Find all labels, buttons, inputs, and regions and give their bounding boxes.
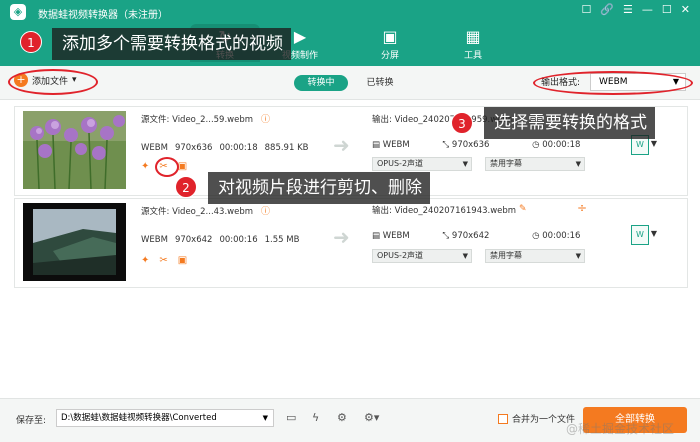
maximize-icon[interactable]: ☐	[662, 3, 672, 16]
source-size: 885.91 KB	[264, 143, 309, 153]
chevron-down-icon: ▼	[262, 414, 268, 422]
resize-icon: ⤡	[442, 231, 452, 241]
highlight-cut	[155, 157, 179, 177]
format-settings-icon[interactable]: W	[631, 225, 649, 245]
checkbox-box[interactable]	[498, 413, 508, 424]
subtitle-select[interactable]: 禁用字幕 ▼	[485, 249, 585, 263]
audio-track-value: OPUS-2声道	[377, 251, 424, 260]
chevron-down-icon: ▼	[575, 252, 581, 260]
subtitle-select[interactable]: 禁用字幕 ▼	[485, 157, 585, 171]
audio-track-value: OPUS-2声道	[377, 159, 424, 168]
source-duration: 00:00:16	[219, 235, 258, 245]
toolbox-icon: ▦	[465, 27, 481, 46]
film-icon: ▤	[372, 140, 383, 150]
tab-label: 分屏	[380, 51, 399, 61]
callout-3-badge: 3	[451, 112, 473, 134]
output-meta: ▤ WEBM ⤡ 970x636 ◷ 00:00:18	[372, 140, 580, 150]
info-icon[interactable]: ⓘ	[261, 112, 270, 125]
output-format: WEBM	[382, 140, 410, 150]
save-path-select[interactable]: D:\数据蛙\数据蛙视频转换器\Converted ▼	[56, 409, 274, 427]
app-logo-icon: ◈	[10, 4, 26, 20]
callout-1: 添加多个需要转换格式的视频	[52, 28, 291, 60]
source-duration: 00:00:18	[219, 143, 258, 153]
source-file-name: 源文件: Video_2...43.webm	[141, 207, 254, 217]
tab-tools[interactable]: ▦ 工具	[438, 27, 508, 62]
source-meta: WEBM 970x642 00:00:16 1.55 MB	[141, 235, 306, 245]
chevron-down-icon[interactable]: ▼	[651, 229, 657, 238]
info-icon[interactable]: ⓘ	[261, 204, 270, 217]
rename-pen-icon[interactable]: ✎	[519, 204, 527, 214]
minimize-icon[interactable]: —	[642, 3, 653, 16]
menu-icon[interactable]: ☰	[623, 3, 633, 16]
split-screen-icon: ▣	[382, 27, 398, 46]
resize-icon: ⤡	[442, 140, 452, 150]
chevron-down-icon: ▼	[462, 160, 468, 168]
source-file-name: 源文件: Video_2...59.webm	[141, 115, 254, 125]
link-icon[interactable]: 🔗	[600, 3, 614, 16]
chevron-down-icon: ▼	[575, 160, 581, 168]
output-duration: 00:00:18	[542, 140, 581, 150]
video-thumbnail[interactable]	[23, 111, 126, 189]
source-format: WEBM	[141, 235, 168, 245]
arrow-right-icon: ➜	[333, 225, 350, 249]
tab-label: 工具	[463, 51, 482, 61]
edit-icon[interactable]: ▣	[178, 255, 187, 266]
gpu-icon[interactable]: ⚙	[337, 411, 347, 424]
subtitle-value: 禁用字幕	[490, 251, 522, 260]
callout-3: 选择需要转换的格式	[484, 107, 655, 139]
highlight-output-format	[533, 71, 693, 95]
edit-icon[interactable]: ▣	[178, 161, 187, 172]
app-title: 数据蛙视频转换器（未注册）	[38, 10, 168, 21]
film-icon: ▤	[372, 231, 383, 241]
output-file-name: 输出: Video_240207161943.webm	[372, 206, 517, 216]
callout-2: 对视频片段进行剪切、删除	[208, 172, 430, 204]
save-path-value: D:\数据蛙\数据蛙视频转换器\Converted	[61, 413, 217, 423]
save-to-label: 保存至:	[16, 416, 47, 426]
tab-split-screen[interactable]: ▣ 分屏	[355, 27, 425, 62]
source-size: 1.55 MB	[264, 235, 300, 245]
callout-1-badge: 1	[20, 31, 42, 53]
folder-icon[interactable]: ▭	[286, 411, 296, 424]
clock-icon: ◷	[532, 140, 543, 150]
highlight-add-file	[8, 69, 98, 95]
tab-converting[interactable]: 转换中	[294, 75, 348, 91]
audio-track-select[interactable]: OPUS-2声道 ▼	[372, 249, 472, 263]
output-resolution: 970x636	[451, 140, 490, 150]
chevron-down-icon[interactable]: ▼	[651, 139, 657, 148]
callout-2-badge: 2	[175, 176, 197, 198]
edit-tools: ✦ ✂ ▣	[141, 255, 187, 266]
source-meta: WEBM 970x636 00:00:18 885.91 KB	[141, 143, 315, 153]
close-icon[interactable]: ✕	[681, 3, 690, 16]
cut-icon[interactable]: ✂	[159, 255, 167, 266]
effects-icon[interactable]: ✦	[141, 255, 149, 266]
window-controls: ☐ 🔗 ☰ — ☐ ✕	[581, 3, 690, 16]
output-duration: 00:00:16	[542, 231, 581, 241]
file-row: 源文件: Video_2...43.webm ⓘ WEBM 970x642 00:0…	[14, 198, 688, 288]
chevron-down-icon: ▼	[462, 252, 468, 260]
settings-icon[interactable]: ⚙▾	[364, 411, 379, 424]
output-format: WEBM	[382, 231, 410, 241]
audio-track-select[interactable]: OPUS-2声道 ▼	[372, 157, 472, 171]
video-thumbnail[interactable]	[23, 203, 126, 281]
merge-checkbox[interactable]: 合并为一个文件	[498, 412, 575, 425]
effects-icon[interactable]: ✦	[141, 161, 149, 172]
output-meta: ▤ WEBM ⤡ 970x642 ◷ 00:00:16	[372, 231, 580, 241]
source-format: WEBM	[141, 143, 168, 153]
source-resolution: 970x636	[174, 143, 213, 153]
tab-converted[interactable]: 已转换	[360, 75, 400, 91]
split-icon[interactable]: ÷	[577, 201, 587, 215]
output-resolution: 970x642	[451, 231, 490, 241]
arrow-right-icon: ➜	[333, 133, 350, 157]
clock-icon: ◷	[532, 231, 543, 241]
watermark: @稀土掘金技术社区	[566, 422, 675, 436]
source-resolution: 970x642	[174, 235, 213, 245]
cart-icon[interactable]: ☐	[581, 3, 591, 16]
hardware-accel-icon[interactable]: ϟ	[312, 411, 319, 424]
subtitle-value: 禁用字幕	[490, 159, 522, 168]
